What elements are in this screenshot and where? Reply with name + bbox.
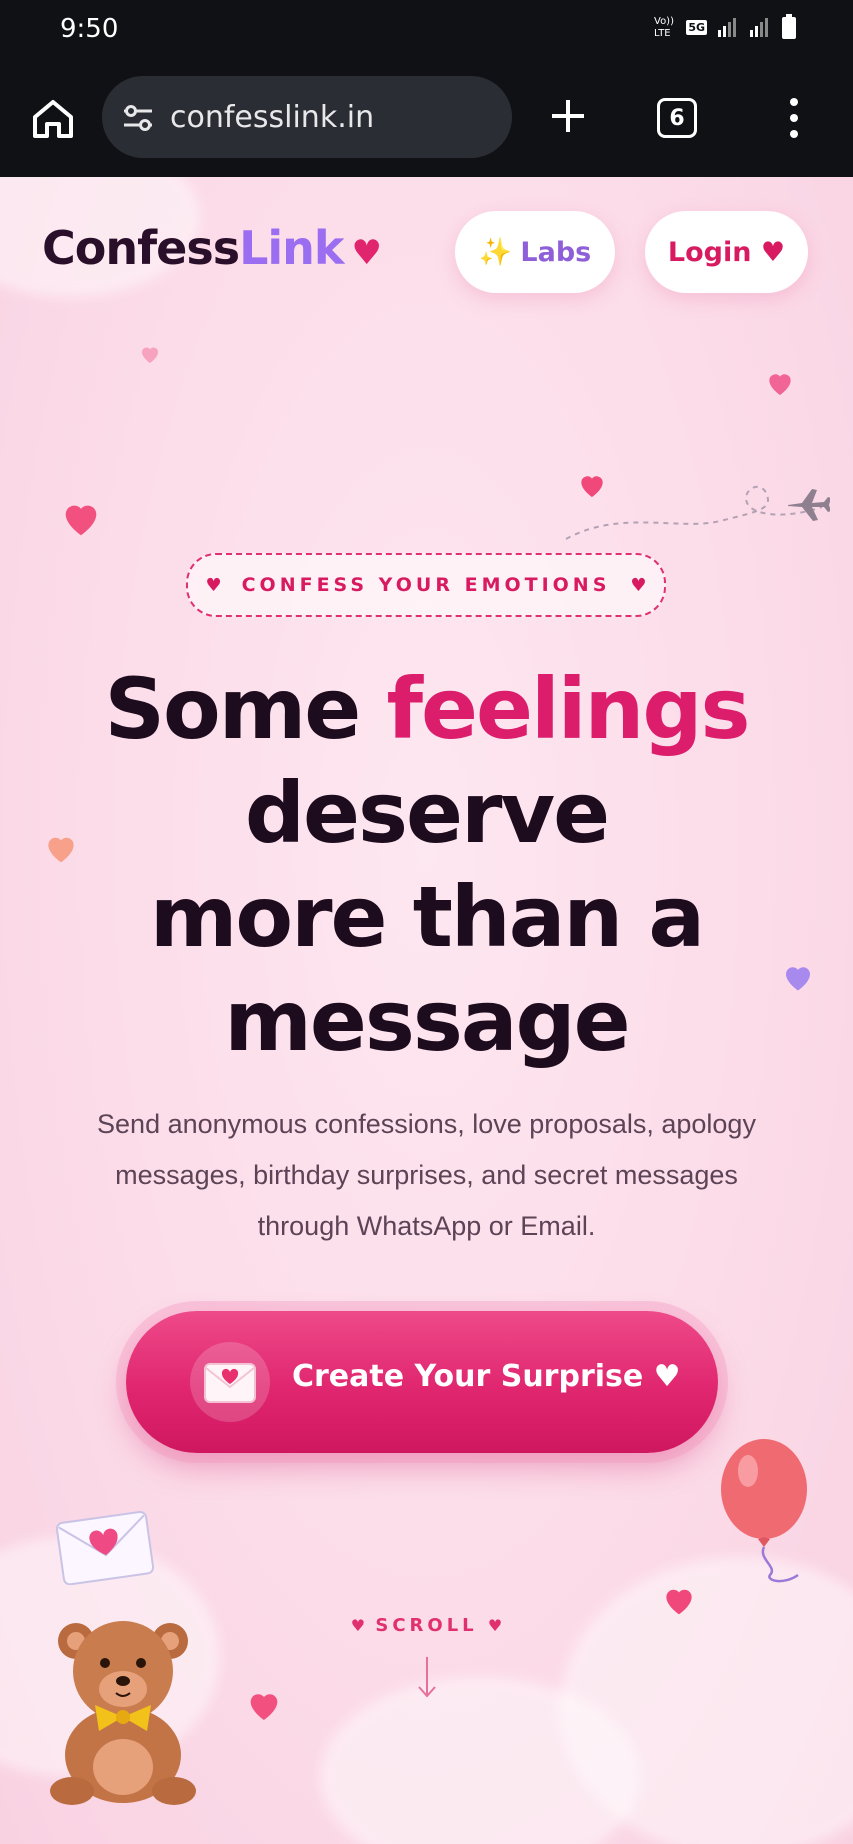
plus-icon[interactable] [548, 96, 588, 136]
envelope-icon-wrap [190, 1342, 270, 1422]
headline-line-2: deserve [244, 764, 610, 862]
signal-icon-2 [750, 18, 768, 37]
sparkles-icon: ✨ [478, 237, 513, 268]
more-vert-icon[interactable] [784, 96, 804, 140]
heart-icon [142, 347, 158, 363]
site-logo[interactable]: ConfessLink ♥ [42, 221, 383, 275]
balloon-icon [721, 1439, 807, 1583]
hero-headline: Some feelings deserve more than a messag… [0, 657, 853, 1073]
create-surprise-button[interactable]: Create Your Surprise ♥ [126, 1311, 718, 1453]
heart-icon: ♥ [630, 574, 647, 596]
scroll-label: SCROLL [375, 1615, 478, 1636]
heart-icon [769, 374, 791, 395]
scroll-indicator[interactable]: ♥ SCROLL ♥ [0, 1615, 853, 1636]
status-icons: Vo)) LTE 5G [654, 14, 797, 40]
arrow-down-icon [418, 1657, 436, 1698]
heart-icon: ♥ [350, 1616, 366, 1635]
heart-icon: ♥ [205, 574, 222, 596]
logo-confess: Confess [42, 221, 240, 275]
cta-label: Create Your Surprise ♥ [292, 1359, 681, 1394]
address-bar[interactable]: confesslink.in [102, 76, 512, 158]
badge-text: CONFESS YOUR EMOTIONS [241, 574, 611, 596]
svg-text:LTE: LTE [654, 28, 671, 38]
volte-icon: Vo)) LTE [654, 14, 676, 40]
network-type-badge: 5G [686, 19, 707, 35]
headline-line-1: Some feelings [0, 657, 853, 761]
login-label: Login ♥ [667, 236, 786, 268]
hero-subtitle: Send anonymous confessions, love proposa… [97, 1109, 756, 1241]
envelope-icon [56, 1511, 155, 1585]
logo-link: Link [239, 221, 344, 275]
headline-accent: feelings [386, 660, 750, 758]
heart-icon: ♥ [351, 233, 383, 273]
url-text[interactable]: confesslink.in [170, 100, 374, 135]
home-icon[interactable] [28, 94, 78, 144]
signal-icon [718, 18, 736, 37]
airplane-icon [565, 485, 830, 540]
heart-icon [250, 1694, 278, 1720]
labs-label: Labs [520, 236, 592, 268]
site-settings-icon[interactable] [122, 102, 154, 134]
headline-line-4: message [224, 972, 630, 1070]
labs-button[interactable]: ✨ Labs [455, 211, 615, 293]
login-button[interactable]: Login ♥ [645, 211, 808, 293]
headline-line-3: more than a [149, 868, 705, 966]
status-time: 9:50 [60, 14, 119, 44]
confess-badge: ♥ CONFESS YOUR EMOTIONS ♥ [186, 553, 666, 617]
envelope-icon [204, 1363, 256, 1403]
svg-text:Vo)): Vo)) [654, 16, 674, 27]
status-bar: 9:50 Vo)) LTE 5G [0, 0, 853, 60]
battery-icon [782, 14, 796, 39]
headline-part1: Some [104, 660, 387, 758]
heart-icon [666, 1589, 692, 1615]
page-content: ConfessLink ♥ ✨ Labs Login ♥ ♥ CONFESS YO… [0, 177, 853, 1844]
browser-toolbar: confesslink.in 6 [0, 60, 853, 177]
tabs-icon[interactable]: 6 [657, 98, 697, 138]
heart-icon [65, 505, 97, 536]
tab-count: 6 [669, 105, 685, 131]
heart-icon: ♥ [487, 1616, 503, 1635]
